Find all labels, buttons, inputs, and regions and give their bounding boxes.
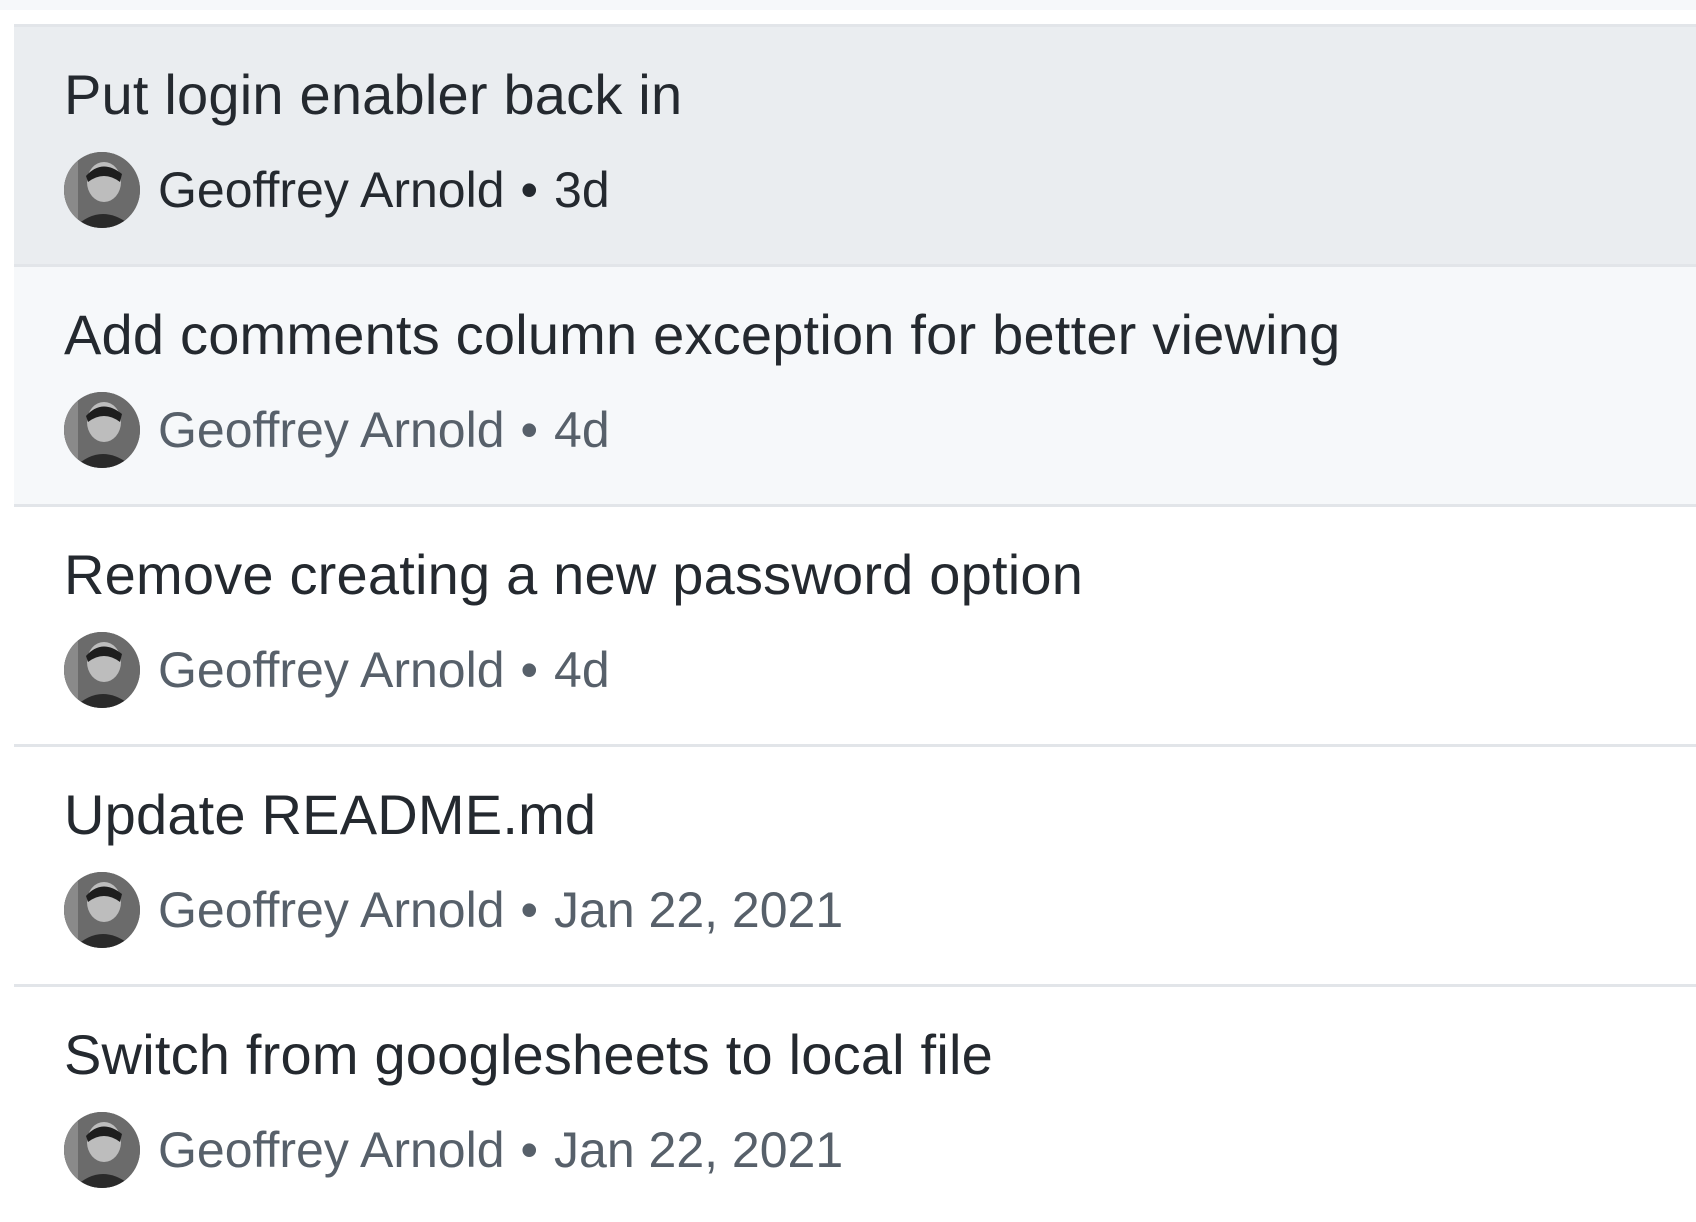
meta-separator: • bbox=[520, 1122, 539, 1178]
commit-row[interactable]: Remove creating a new password option Ge… bbox=[14, 507, 1696, 747]
commit-title: Remove creating a new password option bbox=[64, 543, 1084, 606]
commit-author: Geoffrey Arnold bbox=[158, 402, 505, 458]
commit-title: Switch from googlesheets to local file bbox=[64, 1023, 993, 1086]
meta-separator: • bbox=[520, 162, 539, 218]
commit-history-panel: Put login enabler back in Geoffrey Arnol… bbox=[0, 0, 1696, 1222]
commit-time: 3d bbox=[554, 162, 610, 218]
commit-row[interactable]: Put login enabler back in Geoffrey Arnol… bbox=[14, 27, 1696, 267]
commit-meta: Geoffrey Arnold • Jan 22, 2021 bbox=[64, 1110, 843, 1190]
user-avatar-icon[interactable] bbox=[64, 392, 140, 468]
user-avatar-icon[interactable] bbox=[64, 1112, 140, 1188]
user-avatar-icon[interactable] bbox=[64, 632, 140, 708]
commit-author: Geoffrey Arnold bbox=[158, 642, 505, 698]
commit-meta: Geoffrey Arnold • Jan 22, 2021 bbox=[64, 870, 843, 950]
user-avatar-icon[interactable] bbox=[64, 152, 140, 228]
commit-author: Geoffrey Arnold bbox=[158, 882, 505, 938]
meta-separator: • bbox=[520, 402, 539, 458]
commit-meta: Geoffrey Arnold • 4d bbox=[64, 630, 610, 710]
commit-meta: Geoffrey Arnold • 4d bbox=[64, 390, 610, 470]
commit-title: Put login enabler back in bbox=[64, 63, 683, 126]
commit-time: 4d bbox=[554, 642, 610, 698]
commit-time: Jan 22, 2021 bbox=[554, 1122, 844, 1178]
meta-separator: • bbox=[520, 642, 539, 698]
commit-title: Update README.md bbox=[64, 783, 597, 846]
commit-row[interactable]: Switch from googlesheets to local file G… bbox=[14, 987, 1696, 1222]
commit-title: Add comments column exception for better… bbox=[64, 303, 1341, 366]
meta-separator: • bbox=[520, 882, 539, 938]
commit-time: 4d bbox=[554, 402, 610, 458]
commit-list: Put login enabler back in Geoffrey Arnol… bbox=[14, 24, 1696, 1222]
commit-row[interactable]: Update README.md Geoffrey Arnold • Jan 2… bbox=[14, 747, 1696, 987]
commit-time: Jan 22, 2021 bbox=[554, 882, 844, 938]
panel-top-band bbox=[0, 0, 1696, 10]
commit-row[interactable]: Add comments column exception for better… bbox=[14, 267, 1696, 507]
commit-meta: Geoffrey Arnold • 3d bbox=[64, 150, 610, 230]
user-avatar-icon[interactable] bbox=[64, 872, 140, 948]
commit-author: Geoffrey Arnold bbox=[158, 162, 505, 218]
commit-author: Geoffrey Arnold bbox=[158, 1122, 505, 1178]
